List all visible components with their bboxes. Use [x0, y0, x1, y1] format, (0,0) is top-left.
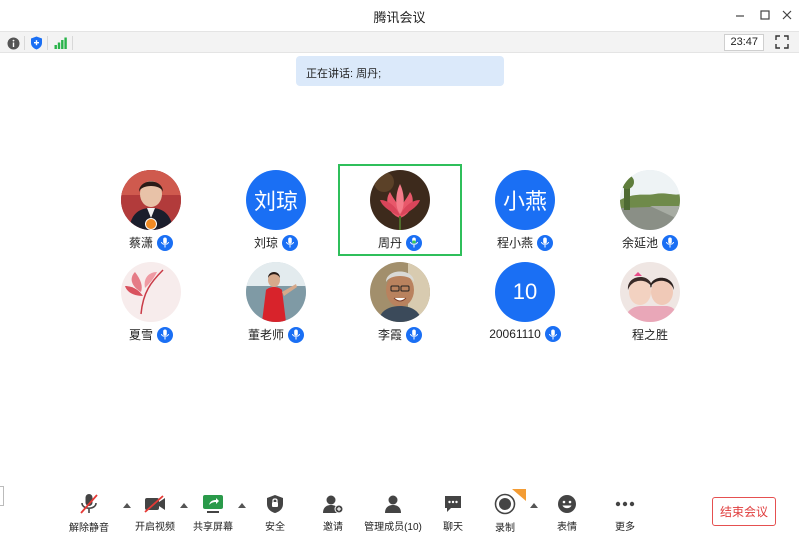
participant-name: 周丹 — [377, 236, 402, 250]
add-user-icon — [322, 493, 344, 514]
unmute-button[interactable]: 解除静音 — [59, 493, 119, 534]
reactions-button[interactable]: 表情 — [537, 493, 597, 533]
new-badge-icon — [512, 489, 526, 501]
host-badge — [145, 218, 157, 230]
participant-tile[interactable]: 李霞 — [338, 256, 462, 348]
window-title: 腾讯会议 — [373, 10, 426, 25]
meeting-toolbar: 解除静音 开启视频 共享屏幕 安全 邀请 管理成员(10) 聊天 录制 表情 更… — [0, 487, 799, 535]
avatar — [370, 262, 430, 322]
meeting-clock: 23:47 — [724, 34, 764, 51]
participant-name: 刘琼 — [253, 236, 278, 250]
avatar — [620, 170, 680, 230]
mic-icon[interactable] — [282, 234, 298, 251]
minimize-button[interactable] — [730, 5, 750, 25]
mic-icon[interactable] — [662, 234, 678, 251]
participant-name: 20061110 — [489, 327, 541, 341]
avatar — [246, 262, 306, 322]
signal-icon[interactable] — [53, 36, 67, 50]
participant-name: 李霞 — [377, 328, 402, 342]
participant-name: 蔡潇 — [128, 236, 153, 250]
more-button[interactable]: 更多 — [595, 493, 655, 533]
participant-tile-speaking[interactable]: 周丹 — [338, 164, 462, 256]
participant-tile[interactable]: 刘琼 刘琼 — [214, 164, 338, 256]
security-shield-icon — [264, 493, 286, 514]
participant-tile[interactable]: 程之胜 — [588, 256, 712, 348]
share-screen-icon — [202, 493, 224, 514]
minimize-icon — [736, 15, 744, 17]
mic-icon[interactable] — [288, 326, 304, 343]
invite-button[interactable]: 邀请 — [303, 493, 363, 533]
members-icon — [382, 493, 404, 514]
participant-tile[interactable]: 董老师 — [214, 256, 338, 348]
mic-icon[interactable] — [406, 326, 422, 343]
participant-name: 程之胜 — [631, 328, 668, 342]
info-icon[interactable] — [6, 36, 20, 50]
more-dots-icon — [614, 493, 636, 514]
fullscreen-icon — [775, 35, 789, 49]
participant-tile[interactable]: 小燕 程小燕 — [463, 164, 587, 256]
mic-icon[interactable] — [544, 326, 561, 342]
avatar: 刘琼 — [246, 170, 306, 230]
mic-muted-icon — [78, 493, 100, 515]
speaking-indicator: 正在讲话: 周丹; — [296, 56, 504, 86]
mic-icon[interactable] — [157, 326, 173, 343]
avatar — [620, 262, 680, 322]
close-icon — [782, 10, 792, 20]
participant-tile[interactable]: 余延池 — [588, 164, 712, 256]
emoji-icon — [556, 493, 578, 514]
end-meeting-button[interactable]: 结束会议 — [712, 497, 776, 526]
maximize-icon — [760, 10, 770, 20]
participant-tile[interactable]: 10 20061110 — [463, 256, 587, 348]
chat-button[interactable]: 聊天 — [423, 493, 483, 533]
close-button[interactable] — [777, 5, 797, 25]
title-bar: 腾讯会议 — [0, 0, 799, 30]
record-button[interactable]: 录制 — [475, 489, 535, 534]
maximize-button[interactable] — [755, 5, 775, 25]
fullscreen-button[interactable] — [775, 35, 791, 51]
start-video-button[interactable]: 开启视频 — [125, 493, 185, 533]
share-screen-button[interactable]: 共享屏幕 — [183, 493, 243, 533]
participant-tile[interactable]: 蔡潇 — [89, 164, 213, 256]
avatar: 10 — [495, 262, 555, 322]
participant-name: 夏雪 — [128, 328, 153, 342]
mic-icon[interactable] — [537, 234, 553, 251]
participant-name: 余延池 — [621, 236, 658, 250]
record-icon — [494, 489, 526, 515]
avatar — [370, 170, 430, 230]
manage-members-button[interactable]: 管理成员(10) — [362, 493, 424, 533]
avatar: 小燕 — [495, 170, 555, 230]
mic-speaking-icon[interactable] — [406, 234, 422, 251]
camera-off-icon — [144, 493, 166, 514]
mic-icon[interactable] — [157, 234, 173, 251]
security-button[interactable]: 安全 — [245, 493, 305, 533]
participant-name: 董老师 — [247, 328, 284, 342]
shield-icon[interactable] — [29, 36, 43, 50]
participant-tile[interactable]: 夏雪 — [89, 256, 213, 348]
avatar — [121, 262, 181, 322]
chat-icon — [442, 493, 464, 514]
participant-name: 程小燕 — [496, 236, 533, 250]
status-bar: 23:47 — [0, 31, 799, 53]
